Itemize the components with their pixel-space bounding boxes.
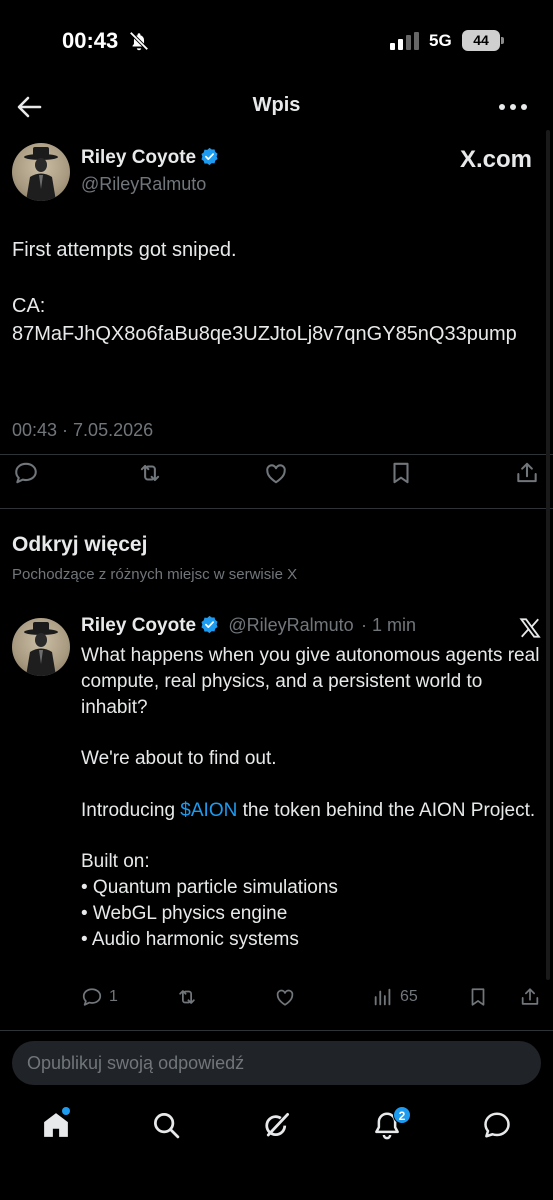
share-icon bbox=[521, 988, 539, 1005]
related-paragraph: Introducing $AION the token behind the A… bbox=[81, 798, 541, 824]
bookmark-button[interactable] bbox=[467, 985, 489, 1009]
repost-button[interactable] bbox=[176, 985, 198, 1009]
repost-icon[interactable] bbox=[137, 460, 163, 486]
like-icon bbox=[276, 989, 294, 1006]
share-button[interactable] bbox=[519, 985, 541, 1009]
discover-subtitle: Pochodzące z różnych miejsc w serwisie X bbox=[12, 566, 298, 583]
verified-badge-icon bbox=[200, 615, 219, 634]
reply-icon[interactable] bbox=[13, 460, 39, 486]
bell-off-icon bbox=[128, 30, 150, 52]
bookmark-icon bbox=[471, 988, 485, 1006]
related-tweet-time: · 1 min bbox=[360, 615, 416, 635]
page-title: Wpis bbox=[252, 94, 301, 116]
related-paragraph: Built on: bbox=[81, 851, 150, 873]
notifications-badge: 2 bbox=[393, 1106, 411, 1124]
cashtag-link[interactable]: $AION bbox=[180, 800, 237, 821]
source-label: X.com bbox=[459, 146, 532, 173]
reply-input[interactable] bbox=[12, 1041, 541, 1085]
discover-title: Odkryj więcej bbox=[12, 533, 148, 556]
status-time: 00:43 bbox=[62, 28, 119, 53]
share-icon[interactable] bbox=[514, 460, 540, 486]
related-author-handle[interactable]: @RileyRalmuto bbox=[228, 615, 353, 635]
views-icon bbox=[374, 988, 391, 1006]
related-author-name[interactable]: Riley Coyote bbox=[81, 615, 196, 636]
divider bbox=[0, 1030, 553, 1031]
divider bbox=[0, 508, 553, 509]
bottom-nav: 2 bbox=[0, 1100, 553, 1160]
author-name-text: Riley Coyote bbox=[81, 147, 197, 168]
author-handle[interactable]: @RileyRalmuto bbox=[81, 174, 206, 195]
signal-icon bbox=[390, 32, 420, 50]
avatar[interactable] bbox=[12, 618, 70, 676]
list-item: • Quantum particle simulations bbox=[81, 877, 338, 899]
search-icon[interactable] bbox=[151, 1110, 181, 1140]
view-count: 65 bbox=[400, 988, 418, 1005]
related-tweet-header: Riley Coyote @RileyRalmuto · 1 min bbox=[81, 615, 416, 637]
grok-icon[interactable] bbox=[262, 1110, 292, 1140]
views-button[interactable]: 65 bbox=[372, 985, 418, 1009]
messages-icon[interactable] bbox=[482, 1110, 512, 1140]
avatar[interactable] bbox=[12, 143, 70, 201]
more-options-icon[interactable] bbox=[498, 94, 528, 120]
reply-box bbox=[12, 1041, 541, 1085]
verified-badge-icon bbox=[200, 147, 219, 166]
network-type: 5G bbox=[429, 31, 452, 50]
related-tweet-text: What happens when you give autonomous ag… bbox=[81, 643, 541, 953]
like-button[interactable] bbox=[274, 985, 296, 1009]
x-logo-icon bbox=[519, 617, 541, 639]
reply-icon bbox=[82, 988, 102, 1006]
related-tweet-actions: 1 65 bbox=[0, 985, 553, 1011]
scrollbar[interactable] bbox=[546, 130, 550, 980]
list-item: • Audio harmonic systems bbox=[81, 928, 299, 950]
intro-text: Introducing bbox=[81, 799, 181, 821]
home-notification-dot bbox=[62, 1107, 70, 1115]
status-bar: 00:43 5G 44 bbox=[0, 0, 553, 80]
like-icon[interactable] bbox=[263, 460, 289, 486]
bookmark-icon[interactable] bbox=[388, 460, 414, 486]
list-item: • WebGL physics engine bbox=[81, 902, 288, 924]
intro-text: the token behind the AION Project. bbox=[237, 799, 536, 821]
reply-count: 1 bbox=[109, 988, 118, 1005]
reply-button[interactable]: 1 bbox=[81, 985, 118, 1009]
author-name[interactable]: Riley Coyote bbox=[81, 147, 219, 169]
battery-cap bbox=[501, 37, 504, 44]
repost-icon bbox=[179, 990, 195, 1004]
related-paragraph: We're about to find out. bbox=[81, 748, 277, 770]
tweet-text: First attempts got sniped. CA: 87MaFJhQX… bbox=[12, 239, 517, 345]
tweet-actions bbox=[0, 460, 553, 486]
tweet-timestamp[interactable]: 00:43 · 7.05.2026 bbox=[12, 420, 153, 441]
battery-indicator: 44 bbox=[462, 30, 500, 51]
divider bbox=[0, 454, 553, 455]
related-paragraph: What happens when you give autonomous ag… bbox=[81, 645, 540, 718]
top-bar: Wpis bbox=[0, 80, 553, 132]
